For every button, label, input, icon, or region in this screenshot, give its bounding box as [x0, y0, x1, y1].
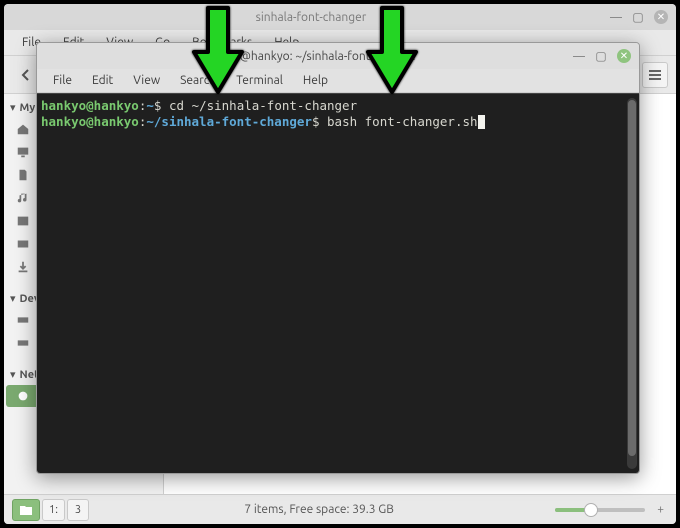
- breadcrumb-1[interactable]: 1:: [42, 499, 65, 521]
- minimize-icon[interactable]: —: [610, 11, 622, 23]
- minimize-icon[interactable]: —: [573, 50, 585, 62]
- fm-window-controls: — ▢ ✕: [610, 10, 668, 24]
- terminal-body[interactable]: hankyo@hankyo:~$ cd ~/sinhala-font-chang…: [37, 93, 639, 473]
- zoom-group: +: [549, 503, 668, 516]
- prompt-user: hankyo@hankyo: [41, 98, 139, 113]
- breadcrumb-2[interactable]: 3: [67, 499, 89, 521]
- zoom-in-icon[interactable]: +: [653, 503, 668, 516]
- prompt-user: hankyo@hankyo: [41, 114, 139, 129]
- disk-icon: [16, 336, 30, 350]
- term-menu-help[interactable]: Help: [295, 71, 336, 90]
- folder-icon: [19, 504, 33, 516]
- videos-icon: [16, 237, 30, 251]
- network-icon: [16, 389, 30, 403]
- chevron-down-icon: ▾: [10, 292, 16, 305]
- terminal-scrollbar[interactable]: [627, 98, 637, 469]
- list-icon: [648, 68, 662, 82]
- scrollbar-thumb[interactable]: [628, 100, 636, 456]
- disk-icon: [16, 313, 30, 327]
- zoom-slider[interactable]: [555, 508, 645, 512]
- downloads-icon: [16, 260, 30, 274]
- command-text: cd ~/sinhala-font-changer: [169, 98, 357, 113]
- music-icon: [16, 191, 30, 205]
- fm-status-left-group: 1: 3: [12, 499, 89, 521]
- fm-window-title: sinhala-font-changer: [12, 11, 610, 24]
- home-icon: [16, 122, 30, 136]
- term-menubar: File Edit View Search Terminal Help: [37, 69, 639, 93]
- command-text: bash font-changer.sh: [327, 114, 478, 129]
- list-view-button[interactable]: [642, 62, 668, 88]
- maximize-icon[interactable]: ▢: [632, 11, 644, 23]
- prompt-path: ~: [146, 98, 154, 113]
- terminal-window: hankyo@hankyo: ~/sinhala-font-changer — …: [36, 42, 640, 474]
- terminal-line: hankyo@hankyo:~$ cd ~/sinhala-font-chang…: [41, 98, 635, 114]
- term-menu-terminal[interactable]: Terminal: [228, 71, 291, 90]
- term-window-title: hankyo@hankyo: ~/sinhala-font-changer: [45, 50, 573, 63]
- chevron-down-icon: ▾: [10, 368, 16, 381]
- pictures-icon: [16, 214, 30, 228]
- term-menu-file[interactable]: File: [45, 71, 80, 90]
- term-menu-search[interactable]: Search: [172, 71, 224, 90]
- term-titlebar[interactable]: hankyo@hankyo: ~/sinhala-font-changer — …: [37, 43, 639, 69]
- chevron-down-icon: ▾: [10, 101, 16, 114]
- zoom-thumb[interactable]: [584, 503, 598, 517]
- fm-statusbar: 1: 3 7 items, Free space: 39.3 GB +: [4, 494, 676, 524]
- prompt-path: ~/sinhala-font-changer: [146, 114, 312, 129]
- terminal-line: hankyo@hankyo:~/sinhala-font-changer$ ba…: [41, 114, 635, 130]
- term-window-controls: — ▢ ✕: [573, 49, 631, 63]
- term-menu-view[interactable]: View: [125, 71, 168, 90]
- arrow-left-icon: [18, 67, 34, 83]
- close-icon[interactable]: ✕: [617, 49, 631, 63]
- status-text: 7 items, Free space: 39.3 GB: [95, 503, 543, 516]
- fm-titlebar[interactable]: sinhala-font-changer — ▢ ✕: [4, 4, 676, 30]
- document-icon: [16, 168, 30, 182]
- show-sidebar-button[interactable]: [12, 499, 40, 521]
- maximize-icon[interactable]: ▢: [595, 50, 607, 62]
- close-icon[interactable]: ✕: [654, 10, 668, 24]
- desktop-icon: [16, 145, 30, 159]
- term-menu-edit[interactable]: Edit: [84, 71, 121, 90]
- terminal-cursor: [478, 115, 485, 129]
